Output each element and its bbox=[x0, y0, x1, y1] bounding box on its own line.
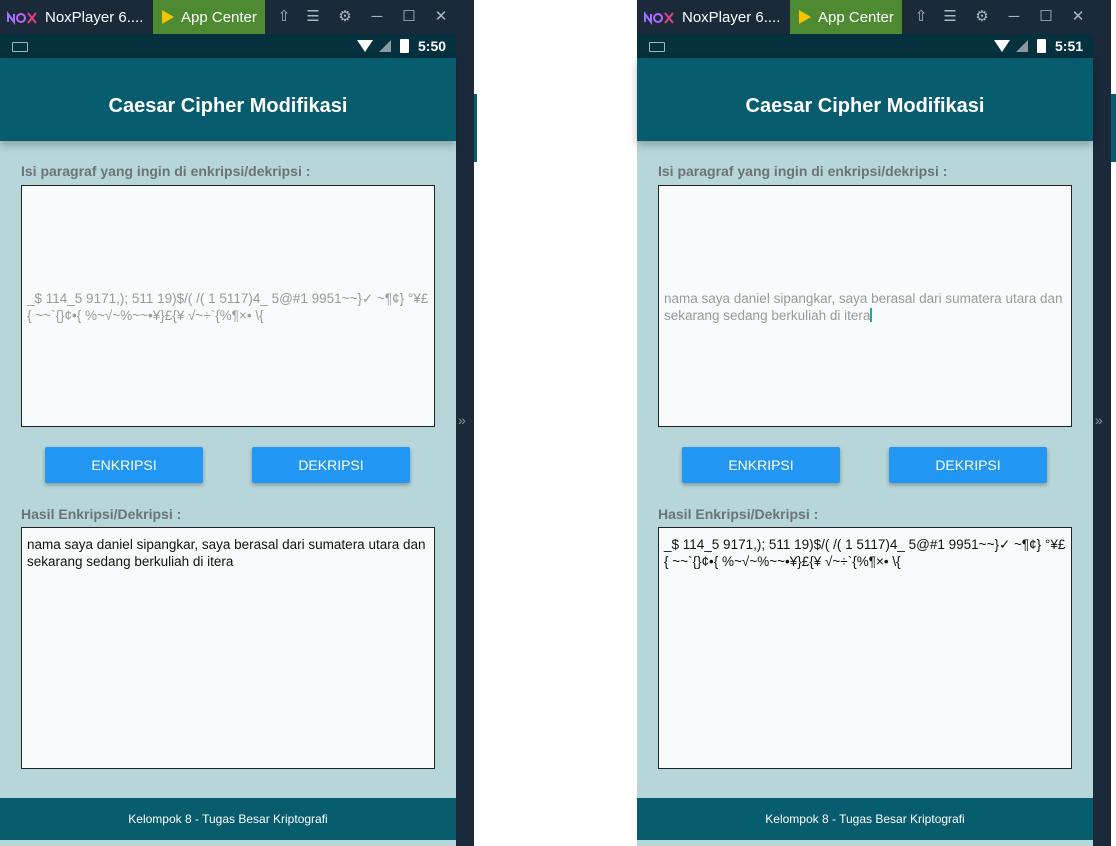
encrypt-button[interactable]: ENKRIPSI bbox=[45, 447, 203, 483]
nox-logo-icon bbox=[7, 11, 37, 25]
signal-icon bbox=[379, 40, 391, 52]
app-center-button[interactable]: App Center bbox=[790, 0, 902, 34]
status-time: 5:50 bbox=[418, 38, 447, 54]
status-bar: 5:50 bbox=[0, 34, 456, 58]
battery-icon bbox=[1037, 39, 1046, 53]
background-window-edge bbox=[474, 94, 477, 162]
wifi-icon bbox=[357, 40, 373, 52]
minimize-icon[interactable]: ─ bbox=[1003, 6, 1025, 28]
close-icon[interactable]: ✕ bbox=[430, 6, 452, 28]
play-store-icon bbox=[799, 10, 811, 24]
encrypt-button[interactable]: ENKRIPSI bbox=[682, 447, 840, 483]
gear-icon[interactable]: ⚙ bbox=[971, 6, 993, 28]
nox-window-left: NoxPlayer 6.... App Center ⇧ ☰ ⚙ ─ ☐ ✕ »… bbox=[0, 0, 474, 846]
window-title: NoxPlayer 6.... bbox=[45, 9, 144, 26]
window-title: NoxPlayer 6.... bbox=[682, 9, 781, 26]
menu-icon[interactable]: ☰ bbox=[939, 6, 961, 28]
nox-titlebar: NoxPlayer 6.... App Center ⇧ ☰ ⚙ ─ ☐ ✕ bbox=[0, 0, 474, 34]
keyboard-icon bbox=[649, 42, 665, 52]
input-label: Isi paragraf yang ingin di enkripsi/dekr… bbox=[658, 163, 948, 179]
keyboard-icon bbox=[12, 42, 28, 52]
input-text-value: nama saya daniel sipangkar, saya berasal… bbox=[664, 291, 1063, 323]
output-label: Hasil Enkripsi/Dekripsi : bbox=[21, 506, 182, 522]
menu-icon[interactable]: ☰ bbox=[302, 6, 324, 28]
input-text: _$ 114_5 9171,); 511 19)$/( /( 1 5117)4_… bbox=[27, 291, 429, 323]
decrypt-button[interactable]: DEKRIPSI bbox=[889, 447, 1047, 483]
decrypt-button[interactable]: DEKRIPSI bbox=[252, 447, 410, 483]
output-label: Hasil Enkripsi/Dekripsi : bbox=[658, 506, 819, 522]
wifi-icon bbox=[994, 40, 1010, 52]
emulator-sidebar: » bbox=[456, 34, 474, 846]
app-bar: Caesar Cipher Modifikasi bbox=[0, 58, 456, 141]
nox-logo-icon bbox=[644, 11, 674, 25]
maximize-icon[interactable]: ☐ bbox=[1035, 6, 1057, 28]
app-bar: Caesar Cipher Modifikasi bbox=[637, 58, 1093, 141]
input-text: nama saya daniel sipangkar, saya berasal… bbox=[664, 290, 1067, 324]
expand-chevron-icon[interactable]: » bbox=[1095, 412, 1103, 428]
app-title: Caesar Cipher Modifikasi bbox=[108, 95, 348, 117]
input-textarea[interactable]: _$ 114_5 9171,); 511 19)$/( /( 1 5117)4_… bbox=[21, 185, 435, 427]
battery-icon bbox=[400, 39, 409, 53]
android-screen: 5:50 Caesar Cipher Modifikasi Isi paragr… bbox=[0, 34, 456, 846]
close-icon[interactable]: ✕ bbox=[1067, 6, 1089, 28]
shirt-icon[interactable]: ⇧ bbox=[273, 6, 295, 28]
android-screen: 5:51 Caesar Cipher Modifikasi Isi paragr… bbox=[637, 34, 1093, 846]
minimize-icon[interactable]: ─ bbox=[366, 6, 388, 28]
signal-icon bbox=[1016, 40, 1028, 52]
gear-icon[interactable]: ⚙ bbox=[334, 6, 356, 28]
app-title: Caesar Cipher Modifikasi bbox=[745, 95, 985, 117]
input-textarea[interactable]: nama saya daniel sipangkar, saya berasal… bbox=[658, 185, 1072, 427]
emulator-sidebar: » bbox=[1093, 34, 1111, 846]
nox-window-right: NoxPlayer 6.... App Center ⇧ ☰ ⚙ ─ ☐ ✕ »… bbox=[637, 0, 1111, 846]
app-center-label: App Center bbox=[818, 9, 894, 26]
footer: Kelompok 8 - Tugas Besar Kriptografi bbox=[637, 798, 1093, 840]
output-text: _$ 114_5 9171,); 511 19)$/( /( 1 5117)4_… bbox=[664, 537, 1066, 569]
app-center-button[interactable]: App Center bbox=[153, 0, 265, 34]
text-cursor bbox=[870, 308, 873, 322]
output-textarea[interactable]: _$ 114_5 9171,); 511 19)$/( /( 1 5117)4_… bbox=[658, 527, 1072, 769]
nox-titlebar: NoxPlayer 6.... App Center ⇧ ☰ ⚙ ─ ☐ ✕ bbox=[637, 0, 1111, 34]
expand-chevron-icon[interactable]: » bbox=[458, 412, 466, 428]
footer: Kelompok 8 - Tugas Besar Kriptografi bbox=[0, 798, 456, 840]
output-text: nama saya daniel sipangkar, saya berasal… bbox=[27, 537, 426, 569]
shirt-icon[interactable]: ⇧ bbox=[910, 6, 932, 28]
play-store-icon bbox=[162, 10, 174, 24]
background-window-edge bbox=[1111, 94, 1116, 162]
app-center-label: App Center bbox=[181, 9, 257, 26]
status-bar: 5:51 bbox=[637, 34, 1093, 58]
input-label: Isi paragraf yang ingin di enkripsi/dekr… bbox=[21, 163, 311, 179]
maximize-icon[interactable]: ☐ bbox=[398, 6, 420, 28]
output-textarea[interactable]: nama saya daniel sipangkar, saya berasal… bbox=[21, 527, 435, 769]
status-time: 5:51 bbox=[1055, 38, 1084, 54]
